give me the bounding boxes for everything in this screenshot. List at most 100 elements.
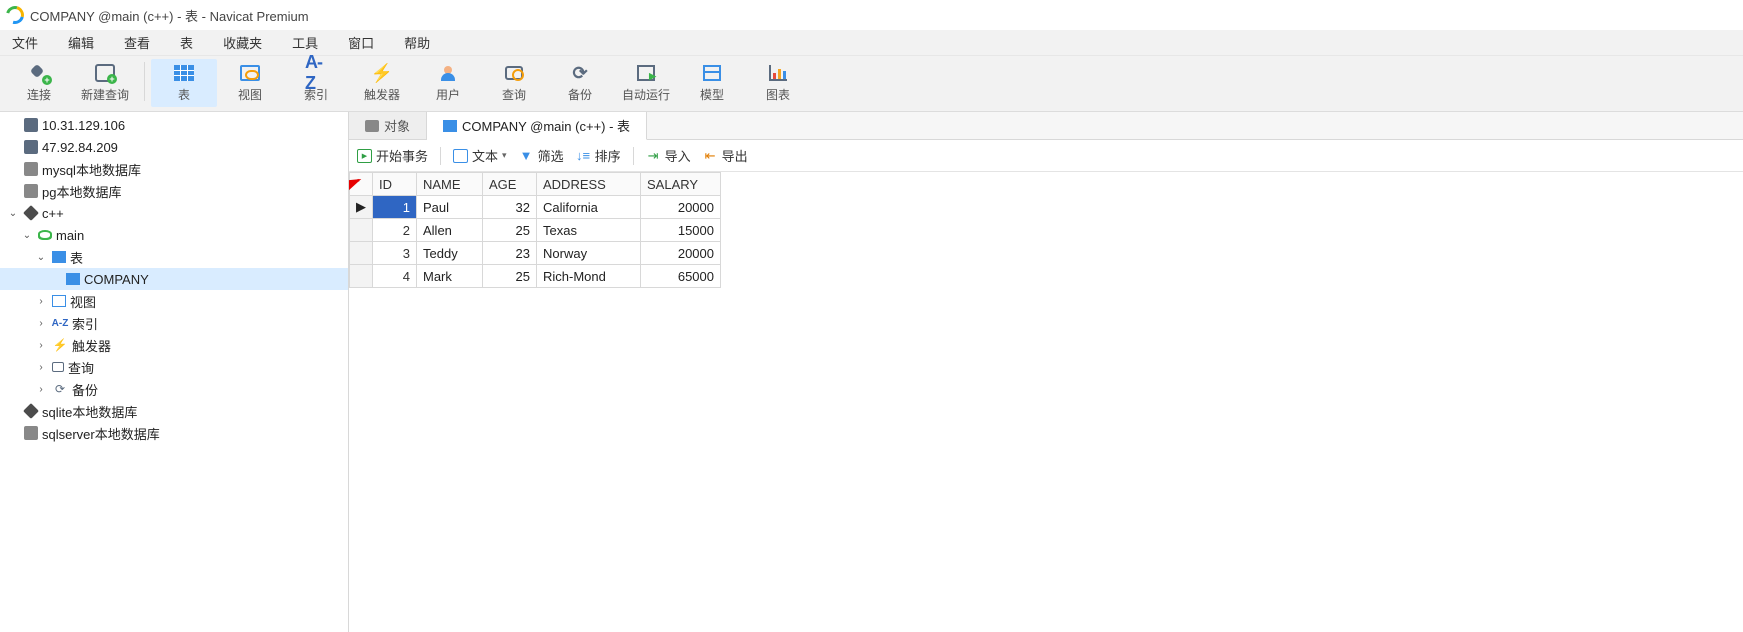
ribbon-connect-label: 连接 [27,86,51,103]
cell-age[interactable]: 23 [483,242,537,265]
tree-twisty[interactable]: ⌄ [6,208,20,219]
col-header[interactable]: SALARY [641,173,721,196]
tree-item[interactable]: pg本地数据库 [0,180,348,202]
menu-edit[interactable]: 编辑 [62,31,100,54]
tree-twisty[interactable]: › [34,340,48,351]
table-tab-icon [443,120,457,132]
cell-address[interactable]: Rich-Mond [537,265,641,288]
tab-objects-label: 对象 [384,116,410,135]
menu-help[interactable]: 帮助 [398,31,436,54]
cell-salary[interactable]: 65000 [641,265,721,288]
cell-address[interactable]: Norway [537,242,641,265]
btn-begin-transaction[interactable]: 开始事务 [357,146,428,165]
tab-table[interactable]: COMPANY @main (c++) - 表 [427,112,647,140]
cell-age[interactable]: 25 [483,219,537,242]
tree-twisty[interactable]: ⌄ [34,252,48,263]
ribbon-trigger[interactable]: ⚡ 触发器 [349,59,415,107]
ribbon-model-label: 模型 [700,86,724,103]
ribbon-table[interactable]: 表 [151,59,217,107]
tree-item[interactable]: ⌄表 [0,246,348,268]
ribbon-index[interactable]: A-Z 索引 [283,59,349,107]
tree-item[interactable]: ›查询 [0,356,348,378]
col-header[interactable]: ADDRESS [537,173,641,196]
content-tabs: 对象 COMPANY @main (c++) - 表 [349,112,1743,140]
ribbon-view[interactable]: 视图 [217,59,283,107]
cell-age[interactable]: 32 [483,196,537,219]
tree-twisty[interactable]: › [34,318,48,329]
table-row[interactable]: 3Teddy23Norway20000 [350,242,721,265]
menu-view[interactable]: 查看 [118,31,156,54]
view-icon [240,65,260,81]
ribbon-chart[interactable]: 图表 [745,59,811,107]
row-pointer: ▶ [350,196,373,219]
ribbon-user[interactable]: 用户 [415,59,481,107]
ribbon-query[interactable]: 查询 [481,59,547,107]
data-grid[interactable]: IDNAMEAGEADDRESSSALARY▶1Paul32California… [349,172,1743,632]
tree-label: c++ [42,206,64,221]
tree-twisty[interactable]: › [34,296,48,307]
cell-name[interactable]: Paul [417,196,483,219]
query-icon [505,66,523,80]
table-row[interactable]: ▶1Paul32California20000 [350,196,721,219]
index-icon: A-Z [305,63,327,83]
menu-tools[interactable]: 工具 [286,31,324,54]
cell-salary[interactable]: 20000 [641,196,721,219]
ribbon-autorun-label: 自动运行 [622,86,670,103]
btn-filter[interactable]: ▼筛选 [519,146,564,165]
cell-name[interactable]: Allen [417,219,483,242]
col-header[interactable]: NAME [417,173,483,196]
cell-address[interactable]: California [537,196,641,219]
tree-item[interactable]: ⌄ c++ [0,202,348,224]
ribbon-backup[interactable]: ⟳ 备份 [547,59,613,107]
cell-name[interactable]: Teddy [417,242,483,265]
menu-file[interactable]: 文件 [6,31,44,54]
tree-label: 10.31.129.106 [42,118,125,133]
tree-item[interactable]: sqlserver本地数据库 [0,422,348,444]
ribbon-connect[interactable]: + 连接 [6,59,72,107]
tab-objects[interactable]: 对象 [349,112,427,139]
cell-id[interactable]: 3 [373,242,417,265]
table-icon [174,65,194,81]
btn-sort[interactable]: ↓≡排序 [576,146,621,165]
menu-table[interactable]: 表 [174,31,199,54]
tree-item[interactable]: ⌄main [0,224,348,246]
tree-item[interactable]: 10.31.129.106 [0,114,348,136]
tree-twisty[interactable]: › [34,384,48,395]
tree-item[interactable]: ›A-Z索引 [0,312,348,334]
tree-label: 视图 [70,292,96,311]
cell-salary[interactable]: 20000 [641,242,721,265]
btn-export[interactable]: ⇤导出 [703,146,748,165]
tree-twisty[interactable]: ⌄ [20,230,34,241]
btn-import[interactable]: ⇥导入 [646,146,691,165]
cell-id[interactable]: 4 [373,265,417,288]
cell-id[interactable]: 2 [373,219,417,242]
ribbon-new-query[interactable]: + 新建查询 [72,59,138,107]
tree-item[interactable]: ›⟳备份 [0,378,348,400]
cell-address[interactable]: Texas [537,219,641,242]
objects-icon [365,120,379,132]
ribbon-autorun[interactable]: 自动运行 [613,59,679,107]
cell-salary[interactable]: 15000 [641,219,721,242]
col-header[interactable]: ID [373,173,417,196]
cell-id[interactable]: 1 [373,196,417,219]
ribbon-model[interactable]: 模型 [679,59,745,107]
tree-twisty[interactable]: › [34,362,48,373]
menu-fav[interactable]: 收藏夹 [217,31,268,54]
tree-item[interactable]: sqlite本地数据库 [0,400,348,422]
titlebar: COMPANY @main (c++) - 表 - Navicat Premiu… [0,0,1743,30]
index-icon: A-Z [52,315,68,331]
sidebar[interactable]: 10.31.129.106 47.92.84.209mysql本地数据库pg本地数… [0,112,349,632]
cell-name[interactable]: Mark [417,265,483,288]
tree-item[interactable]: ›⚡触发器 [0,334,348,356]
tree-item[interactable]: mysql本地数据库 [0,158,348,180]
col-header[interactable]: AGE [483,173,537,196]
tree-item[interactable]: 47.92.84.209 [0,136,348,158]
table-row[interactable]: 2Allen25Texas15000 [350,219,721,242]
tree-item[interactable]: COMPANY [0,268,348,290]
cell-age[interactable]: 25 [483,265,537,288]
btn-text[interactable]: 文本 [453,146,507,165]
chart-icon [769,65,787,81]
menu-window[interactable]: 窗口 [342,31,380,54]
tree-item[interactable]: › 视图 [0,290,348,312]
table-row[interactable]: 4Mark25Rich-Mond65000 [350,265,721,288]
